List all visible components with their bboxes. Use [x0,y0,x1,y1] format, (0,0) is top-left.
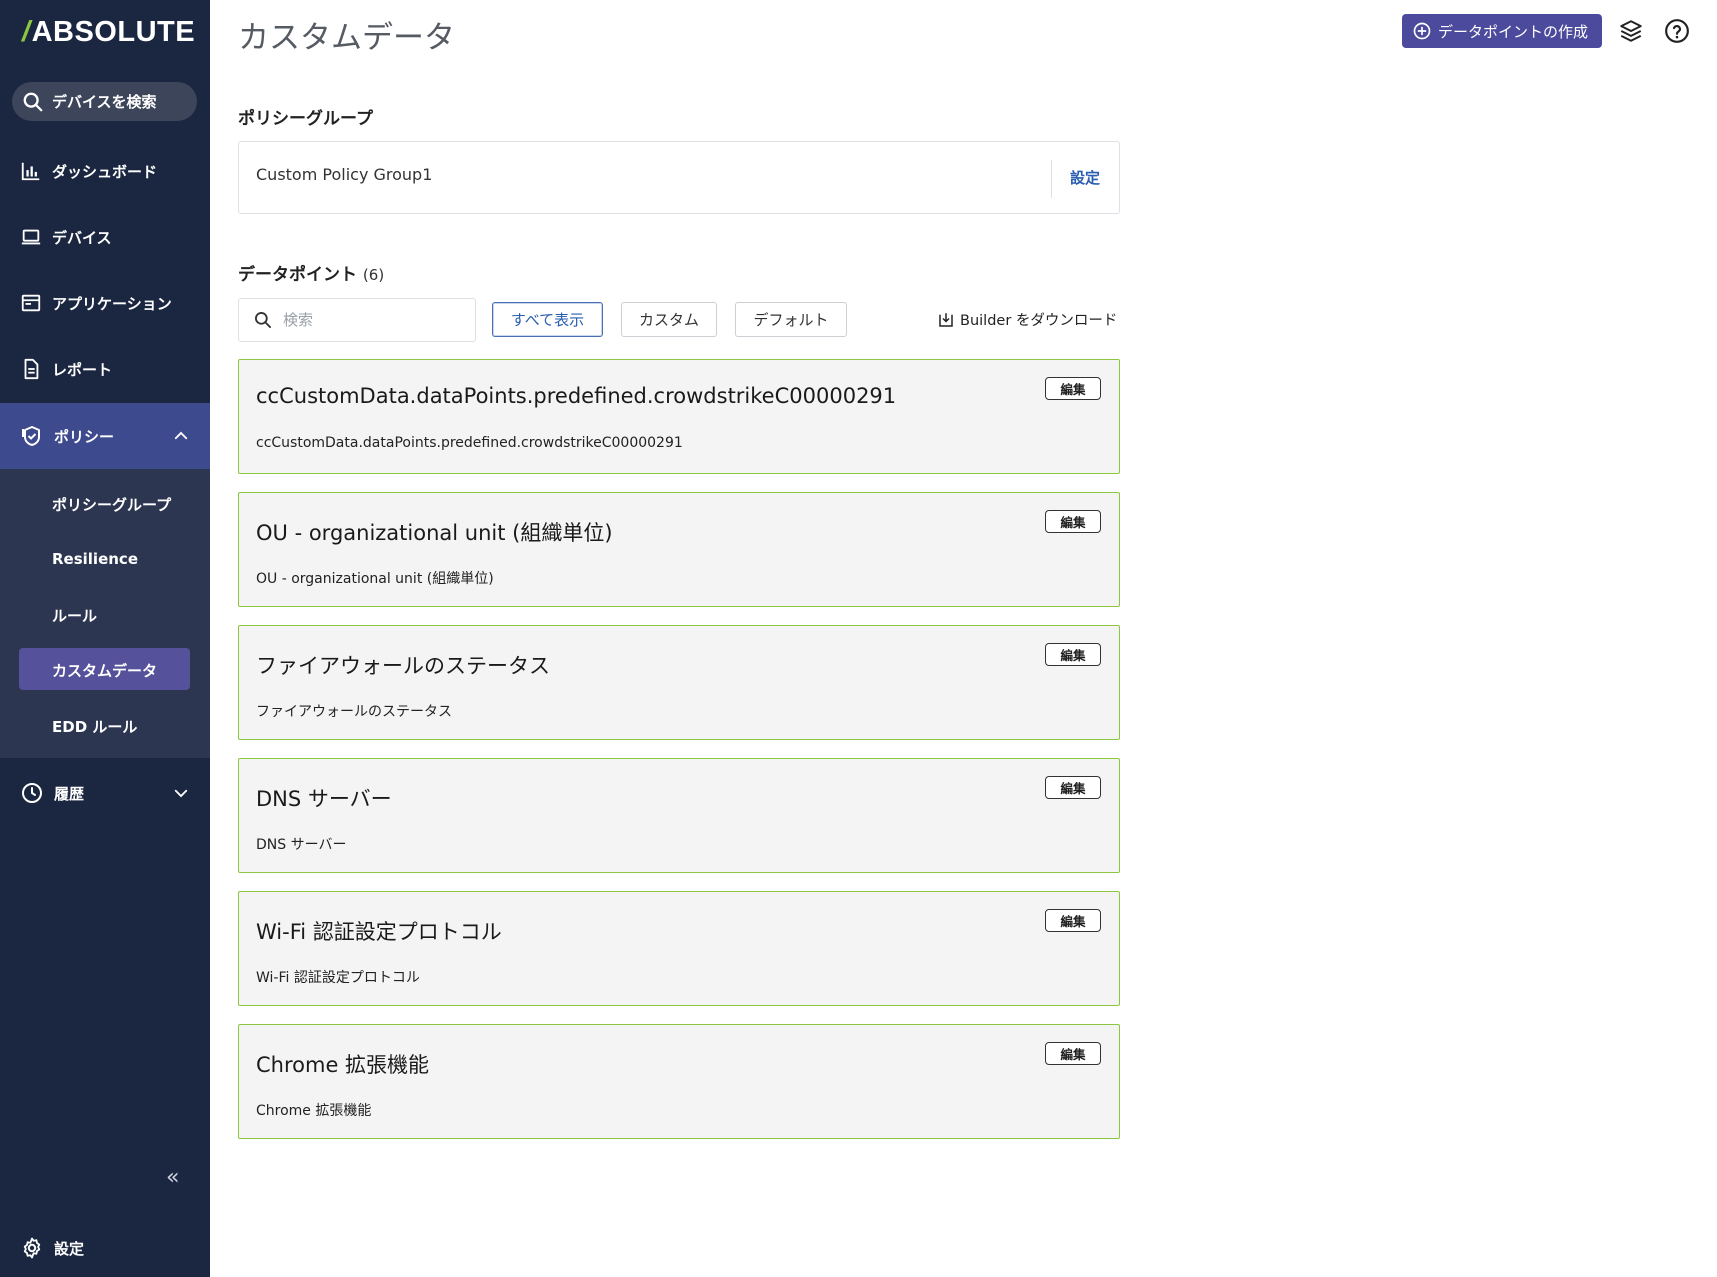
datapoints-heading: データポイント (6) [238,260,384,285]
search-icon [23,92,43,111]
policy-group-heading: ポリシーグループ [238,109,373,129]
gear-icon [23,1237,41,1259]
datapoints-count: (6) [362,266,385,284]
edit-button[interactable]: 編集 [1045,1042,1101,1065]
bar-chart-icon [21,162,40,181]
sidebar-subitem-resilience[interactable]: Resilience [52,550,138,568]
datapoint-card[interactable]: Wi-Fi 認証設定プロトコル Wi-Fi 認証設定プロトコル 編集 [238,891,1120,1006]
device-search-button[interactable]: デバイスを検索 [12,82,197,121]
sidebar-subitem-rules[interactable]: ルール [52,605,97,626]
sidebar-item-settings[interactable]: 設定 [0,1225,210,1271]
device-search-label: デバイスを検索 [52,93,157,111]
datapoint-search-input[interactable] [283,311,463,329]
datapoint-card[interactable]: ccCustomData.dataPoints.predefined.crowd… [238,359,1120,474]
sidebar-item-label: レポート [52,360,113,379]
shield-icon [22,426,40,446]
laptop-icon [21,229,41,245]
sidebar-item-label: デバイス [52,228,112,247]
datapoint-title: ファイアウォールのステータス [256,654,550,678]
sidebar-item-dashboard[interactable]: ダッシュボード [0,148,210,194]
policy-group-name: Custom Policy Group1 [256,165,433,184]
sidebar-item-label: ポリシー [54,427,115,446]
datapoint-title: Chrome 拡張機能 [256,1053,430,1077]
datapoint-card[interactable]: DNS サーバー DNS サーバー 編集 [238,758,1120,873]
window-icon [21,294,41,312]
policy-group-settings-link[interactable]: 設定 [1070,167,1100,188]
sidebar-item-label: アプリケーション [52,294,172,313]
help-icon[interactable] [1664,18,1690,44]
search-icon [254,312,271,328]
layers-icon[interactable] [1618,18,1644,44]
sidebar-item-reports[interactable]: レポート [0,346,210,392]
datapoint-subtitle: ファイアウォールのステータス [256,704,452,720]
collapse-sidebar-button[interactable]: « [166,1165,179,1190]
sidebar-subitem-custom-data[interactable]: カスタムデータ [52,660,157,681]
sidebar-subitem-edd-rules[interactable]: EDD ルール [52,716,137,737]
datapoint-search[interactable] [238,298,476,342]
create-datapoint-button[interactable]: データポイントの作成 [1402,14,1602,48]
datapoints-heading-text: データポイント [238,265,357,285]
download-builder-label: Builder をダウンロード [960,313,1118,329]
datapoint-card[interactable]: OU - organizational unit (組織単位) OU - org… [238,492,1120,607]
datapoint-subtitle: Wi-Fi 認証設定プロトコル [256,970,420,986]
datapoint-subtitle: ccCustomData.dataPoints.predefined.crowd… [256,435,683,451]
sidebar-item-label: 履歴 [54,784,85,803]
absolute-logo[interactable]: /ABSOLUTE [22,16,195,49]
datapoint-card[interactable]: ファイアウォールのステータス ファイアウォールのステータス 編集 [238,625,1120,740]
document-icon [24,358,39,380]
chevron-down-icon[interactable] [172,784,190,802]
datapoint-card[interactable]: Chrome 拡張機能 Chrome 拡張機能 編集 [238,1024,1120,1139]
sidebar-item-devices[interactable]: デバイス [0,214,210,260]
filter-all-button[interactable]: すべて表示 [492,302,603,337]
edit-button[interactable]: 編集 [1045,909,1101,932]
create-datapoint-label: データポイントの作成 [1438,22,1589,41]
edit-button[interactable]: 編集 [1045,643,1101,666]
download-icon [939,312,953,327]
datapoint-subtitle: Chrome 拡張機能 [256,1103,372,1119]
sidebar-item-label: ダッシュボード [52,162,158,181]
edit-button[interactable]: 編集 [1045,776,1101,799]
filter-default-button[interactable]: デフォルト [735,302,847,337]
sidebar-subitem-policy-groups[interactable]: ポリシーグループ [52,494,171,515]
datapoint-subtitle: DNS サーバー [256,837,347,853]
datapoint-title: DNS サーバー [256,787,392,811]
plus-circle-icon [1413,22,1431,40]
sidebar-item-label: 設定 [54,1239,85,1258]
datapoint-title: ccCustomData.dataPoints.predefined.crowd… [256,384,897,408]
download-builder-link[interactable]: Builder をダウンロード [937,309,1117,330]
clock-icon [22,783,42,803]
sidebar-item-policy[interactable]: ポリシー [0,403,210,469]
datapoint-title: OU - organizational unit (組織単位) [256,521,613,545]
chevron-up-icon[interactable] [172,427,190,445]
sidebar: /ABSOLUTE デバイスを検索 ダッシュボード デバイス アプリケーション … [0,0,210,1277]
sidebar-item-history[interactable]: 履歴 [0,770,210,816]
datapoint-title: Wi-Fi 認証設定プロトコル [256,920,502,944]
filter-custom-button[interactable]: カスタム [621,302,717,337]
divider [1051,160,1052,198]
sidebar-item-applications[interactable]: アプリケーション [0,280,210,326]
policy-group-box: Custom Policy Group1 設定 [238,141,1120,214]
edit-button[interactable]: 編集 [1045,510,1101,533]
datapoint-subtitle: OU - organizational unit (組織単位) [256,571,494,587]
edit-button[interactable]: 編集 [1045,377,1101,400]
page-title: カスタムデータ [238,20,455,56]
